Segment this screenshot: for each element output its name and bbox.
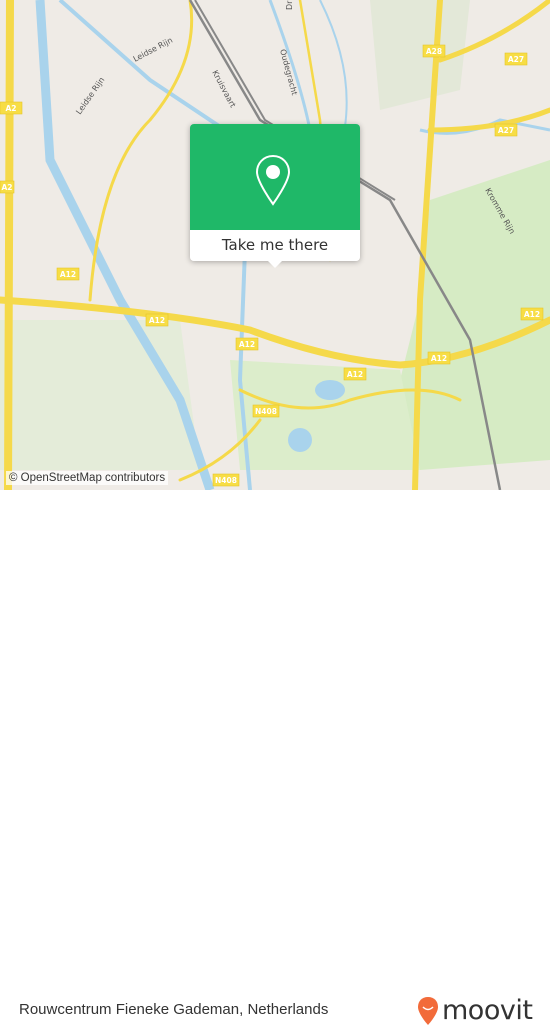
svg-text:A12: A12: [431, 354, 447, 363]
svg-text:A2: A2: [1, 183, 12, 192]
popup-pointer: [268, 261, 282, 268]
svg-text:A12: A12: [60, 270, 76, 279]
take-me-there-button[interactable]: Take me there: [190, 230, 360, 261]
location-popup: Take me there: [190, 124, 360, 268]
road-shield-a27: A27: [504, 52, 528, 66]
moovit-wordmark: moovit: [442, 995, 533, 1026]
road-shield-a2: A2: [0, 101, 23, 115]
road-shield-n408: N408: [212, 473, 240, 487]
svg-text:N408: N408: [255, 407, 277, 416]
road-shield-a12: A12: [235, 337, 259, 351]
road-shield-a12: A12: [427, 351, 451, 365]
road-shield-n408: N408: [252, 404, 280, 418]
location-pin-icon: [255, 154, 291, 206]
road-shield-a2: A2: [0, 180, 15, 194]
svg-text:N408: N408: [215, 476, 237, 485]
road-shield-a12: A12: [520, 307, 544, 321]
road-shield-a12: A12: [56, 267, 80, 281]
svg-text:A2: A2: [5, 104, 16, 113]
road-shield-a28: A28: [422, 44, 446, 58]
road-shield-a27: A27: [494, 123, 518, 137]
place-name: Rouwcentrum Fieneke Gademan, Netherlands: [19, 1001, 329, 1018]
map-label-dr: Dr: [285, 0, 294, 10]
svg-text:A27: A27: [498, 126, 514, 135]
moovit-logo[interactable]: moovit: [417, 995, 533, 1026]
lake: [315, 380, 345, 400]
map-label-leidse-rijn: Leidse Rijn: [132, 36, 174, 64]
road-shield-a12: A12: [145, 313, 169, 327]
map-label-leidse-rijn: Leidse Rijn: [74, 76, 106, 117]
svg-text:A12: A12: [149, 316, 165, 325]
svg-text:A27: A27: [508, 55, 524, 64]
map-attribution[interactable]: © OpenStreetMap contributors: [6, 471, 169, 485]
svg-text:A12: A12: [239, 340, 255, 349]
road-shield-a12: A12: [343, 367, 367, 381]
footer: Rouwcentrum Fieneke Gademan, Netherlands…: [0, 490, 550, 1026]
svg-text:A28: A28: [426, 47, 442, 56]
lake: [288, 428, 312, 452]
moovit-pin-icon: [418, 996, 438, 1025]
svg-text:A12: A12: [524, 310, 540, 319]
svg-text:A12: A12: [347, 370, 363, 379]
popup-header: [190, 124, 360, 230]
